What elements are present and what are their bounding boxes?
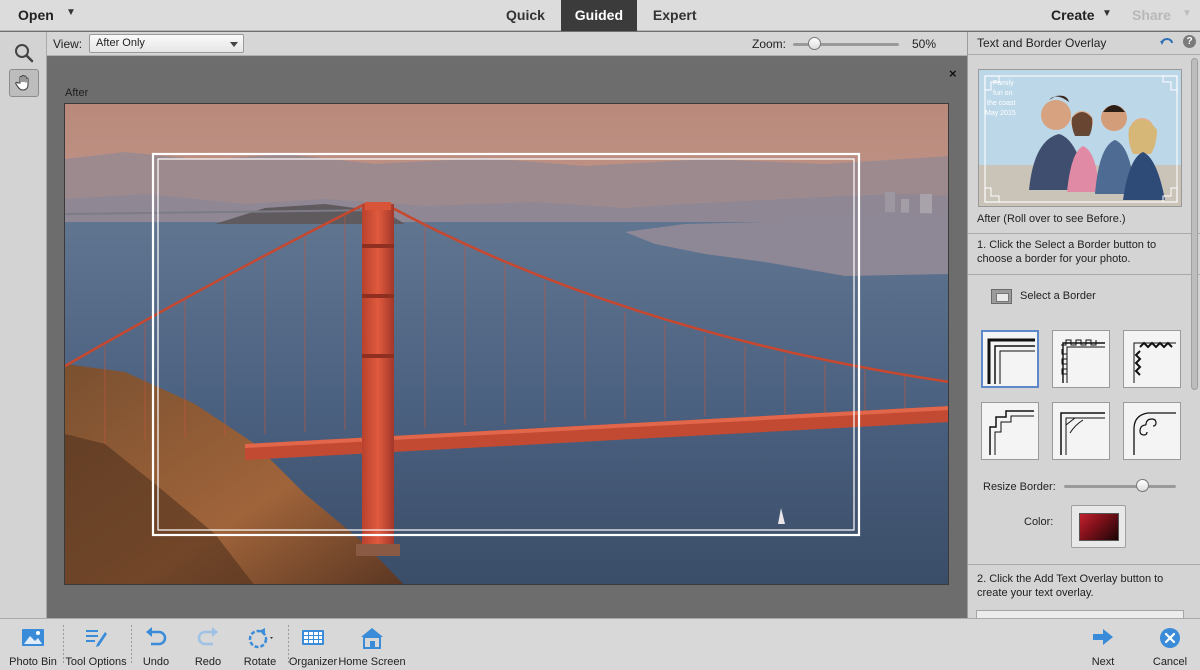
top-bar: Open ▼ Quick Guided Expert Create ▼ Shar… (0, 0, 1200, 31)
next-label: Next (1091, 656, 1115, 668)
photo-after[interactable] (64, 103, 949, 585)
border-style-icon (1133, 412, 1176, 455)
preview-text-line: Family (993, 80, 1014, 87)
add-text-overlay-button[interactable] (976, 610, 1184, 618)
open-menu[interactable]: Open (18, 7, 54, 23)
preview-text-line: the coast (987, 100, 1015, 107)
chevron-down-icon (230, 42, 238, 47)
resize-border-slider-track[interactable] (1064, 485, 1176, 488)
border-option-5[interactable] (1052, 402, 1110, 460)
tab-quick[interactable]: Quick (490, 0, 561, 31)
resize-border-slider-thumb[interactable] (1136, 479, 1150, 492)
border-icon (991, 289, 1012, 304)
border-style-icon (987, 338, 1035, 384)
zoom-label: Zoom: (752, 37, 787, 51)
zoom-icon (15, 44, 34, 63)
panel-divider (968, 564, 1200, 565)
zoom-slider-thumb[interactable] (808, 37, 822, 50)
tool-options-button[interactable]: Tool Options (64, 619, 128, 670)
home-screen-label: Home Screen (338, 656, 406, 668)
mode-tabs: Quick Guided Expert (490, 0, 712, 31)
border-option-1[interactable] (981, 330, 1039, 388)
rotate-button[interactable]: Rotate (236, 619, 284, 670)
tool-options-label: Tool Options (65, 656, 127, 668)
tab-guided[interactable]: Guided (560, 0, 637, 31)
redo-icon (197, 627, 218, 646)
preview-text-line: May 2015 (985, 110, 1016, 117)
view-label: View: (53, 37, 83, 51)
view-select[interactable]: After Only (89, 34, 244, 53)
panel-divider (968, 233, 1200, 234)
undo-button[interactable]: Undo (134, 619, 178, 670)
hand-tool-button[interactable] (9, 69, 39, 97)
tool-options-icon (86, 630, 107, 647)
toolbox (0, 32, 47, 618)
resize-border-label: Resize Border: (983, 481, 1056, 493)
photo-bin-icon (22, 629, 44, 646)
arrow-right-icon (1093, 629, 1113, 645)
border-option-3[interactable] (1123, 330, 1181, 388)
canvas-area: × After (47, 57, 967, 618)
home-icon (361, 628, 383, 649)
chevron-down-icon[interactable]: ▼ (1102, 8, 1112, 19)
preview-caption: After (Roll over to see Before.) (977, 213, 1126, 225)
step1-text: 1. Click the Select a Border button to c… (977, 239, 1157, 265)
color-picker-button[interactable] (1071, 505, 1126, 548)
undo-icon (146, 627, 167, 646)
guided-panel: Text and Border Overlay ? Family fun on … (967, 32, 1200, 618)
cancel-label: Cancel (1152, 656, 1188, 668)
redo-label: Redo (194, 656, 222, 668)
golden-gate-photo (65, 104, 948, 584)
color-swatch (1079, 513, 1119, 541)
rotate-label: Rotate (243, 656, 277, 668)
border-style-icon (1060, 412, 1105, 455)
organizer-icon (302, 630, 324, 645)
step2-text: 2. Click the Add Text Overlay button to … (977, 573, 1164, 599)
after-preview[interactable]: Family fun on the coast May 2015 (978, 69, 1182, 207)
bottom-bar: Photo Bin Tool Options Undo Redo Rotate … (0, 618, 1200, 670)
organizer-label: Organizer (288, 656, 338, 668)
share-menu: Share (1132, 7, 1171, 23)
border-option-6[interactable] (1123, 402, 1181, 460)
zoom-value: 50% (912, 37, 937, 51)
tab-expert[interactable]: Expert (637, 0, 713, 31)
view-options-bar: View: After Only Zoom: 50% (47, 32, 967, 56)
rotate-icon (248, 628, 273, 649)
chevron-down-icon[interactable]: ▼ (66, 7, 76, 18)
help-icon[interactable]: ? (1183, 35, 1196, 48)
home-screen-button[interactable]: Home Screen (338, 619, 406, 670)
panel-title: Text and Border Overlay (977, 36, 1107, 50)
panel-divider (968, 274, 1200, 275)
panel-scrollbar[interactable] (1191, 58, 1198, 390)
border-style-icon (1133, 341, 1176, 383)
undo-label: Undo (142, 656, 170, 668)
close-icon[interactable]: × (949, 66, 957, 81)
panel-divider (968, 54, 1200, 55)
create-menu[interactable]: Create (1051, 7, 1095, 23)
zoom-tool-button[interactable] (9, 39, 39, 67)
border-style-icon (1061, 339, 1105, 383)
app-window: Open ▼ Quick Guided Expert Create ▼ Shar… (0, 0, 1200, 670)
border-option-4[interactable] (981, 402, 1039, 460)
select-border-label: Select a Border (1020, 290, 1096, 302)
chevron-down-icon: ▼ (1182, 8, 1192, 19)
preview-image: Family fun on the coast May 2015 (979, 70, 1181, 206)
close-icon (1160, 628, 1180, 648)
cancel-button[interactable]: Cancel (1146, 619, 1194, 670)
color-label: Color: (1024, 516, 1054, 528)
organizer-button[interactable]: Organizer (288, 619, 338, 670)
border-option-2[interactable] (1052, 330, 1110, 388)
view-select-value: After Only (96, 37, 145, 49)
border-style-icon (989, 410, 1034, 455)
hand-icon (15, 74, 29, 91)
photo-bin-button[interactable]: Photo Bin (4, 619, 62, 670)
preview-text-line: fun on (993, 90, 1013, 97)
after-label: After (65, 87, 89, 99)
next-button[interactable]: Next (1080, 619, 1126, 670)
photo-bin-label: Photo Bin (9, 656, 57, 668)
reset-icon[interactable] (1159, 35, 1175, 49)
redo-button[interactable]: Redo (186, 619, 230, 670)
toolbar-separator (131, 625, 132, 665)
